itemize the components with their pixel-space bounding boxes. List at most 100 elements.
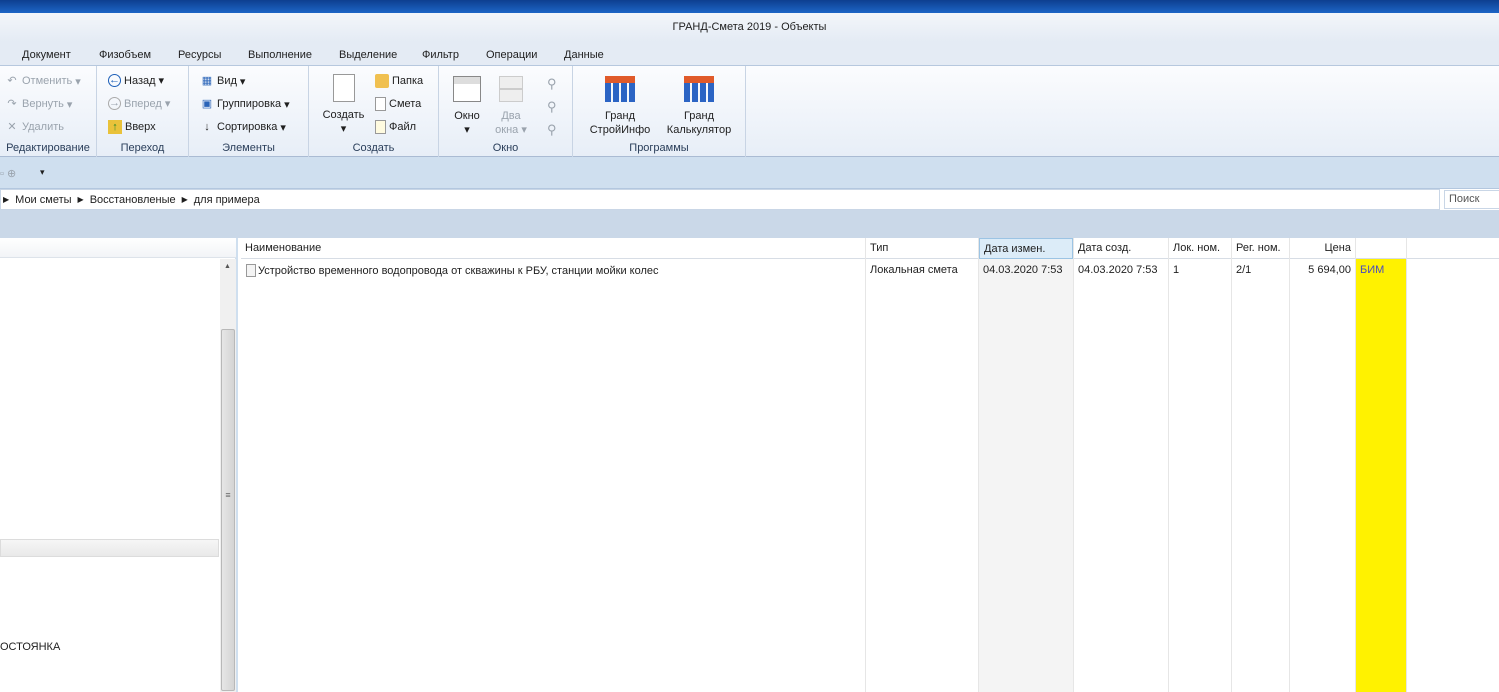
grip-icon: ≡: [225, 490, 231, 500]
ribbon: ↶ Отменить ▾ ↷ Вернуть ▾ ✕ Удалить Редактиров…: [0, 66, 1499, 157]
grand-calculator-icon: [684, 76, 714, 102]
grouping-icon: ▣: [201, 98, 213, 110]
create-button[interactable]: Создать ▾: [321, 74, 366, 136]
cell-price: 5 694,00: [1308, 264, 1351, 276]
group-label: Программы: [629, 142, 689, 154]
quick-access-toolbar: ▫ ⊕ ▾: [0, 157, 1499, 189]
window-title: ГРАНД-Смета 2019 - Объекты: [672, 21, 827, 33]
folder-button[interactable]: Папка: [375, 74, 423, 88]
forward-arrow-icon: →: [108, 97, 121, 110]
column-local-number: Лок. ном. 1: [1169, 238, 1232, 692]
cell-tag: БИМ: [1360, 264, 1385, 276]
up-button[interactable]: ↑ Вверх: [108, 120, 156, 134]
cell-type: Локальная смета: [870, 264, 958, 276]
tab-physvolume[interactable]: Физобъем: [99, 49, 151, 61]
tab-document[interactable]: Документ: [22, 49, 71, 61]
breadcrumb: ▶ Мои сметы ▶ Восстановленые ▶ для приме…: [0, 189, 1440, 210]
tree-item[interactable]: ОСТОЯНКА: [0, 641, 60, 653]
estimate-button[interactable]: Смета: [375, 97, 421, 111]
scrollbar-thumb[interactable]: ≡: [221, 329, 235, 691]
column-header[interactable]: Лок. ном.: [1169, 238, 1231, 259]
estimate-doc-icon: [375, 97, 386, 111]
breadcrumb-item[interactable]: Мои сметы: [15, 194, 71, 206]
tree-scrollbar[interactable]: ▲ ≡: [220, 259, 236, 692]
column-header[interactable]: [1356, 238, 1406, 259]
chevron-right-icon: ▶: [181, 195, 188, 204]
undo-icon: ↶: [7, 75, 17, 87]
two-windows-icon: [499, 76, 523, 102]
column-header[interactable]: Рег. ном.: [1232, 238, 1289, 259]
view-button[interactable]: ▦ Вид ▾: [200, 74, 246, 88]
tab-data[interactable]: Данные: [564, 49, 604, 61]
column-price: Цена 5 694,00: [1290, 238, 1356, 692]
group-label: Окно: [492, 142, 519, 154]
folder-icon: [375, 74, 389, 88]
cell-modified: 04.03.2020 7:53: [983, 264, 1063, 276]
view-grid-icon: ▦: [201, 75, 213, 87]
ribbon-tabs: Документ Физобъем Ресурсы Выполнение Выд…: [0, 42, 1499, 66]
delete-icon: ✕: [7, 121, 17, 133]
tree-header: [0, 238, 236, 258]
window-icon: [453, 76, 481, 102]
grand-stroyinfo-icon: [605, 76, 635, 102]
window-top-edge: [0, 0, 1499, 13]
objects-grid: Наименование Устройство временного водоп…: [241, 238, 1499, 692]
group-editing: ↶ Отменить ▾ ↷ Вернуть ▾ ✕ Удалить Редактиров…: [0, 66, 97, 157]
customize-toolbar-icon[interactable]: ▾: [40, 167, 45, 178]
grouping-button[interactable]: ▣ Группировка ▾: [200, 97, 290, 111]
tab-resources[interactable]: Ресурсы: [178, 49, 221, 61]
column-header[interactable]: Дата измен.: [979, 238, 1073, 259]
folder-up-icon: ↑: [108, 120, 122, 134]
back-button[interactable]: ← Назад ▾: [108, 74, 164, 87]
folder-tree-panel: ОСТОЯНКА ▲ ≡: [0, 238, 238, 692]
column-header[interactable]: Дата созд.: [1074, 238, 1168, 259]
grand-stroyinfo-button[interactable]: Гранд СтройИнфо: [585, 76, 655, 137]
undo-button[interactable]: ↶ Отменить ▾: [5, 74, 80, 88]
back-arrow-icon: ←: [108, 74, 121, 87]
sort-button[interactable]: ↓ Сортировка ▾: [200, 120, 286, 134]
group-elements: ▦ Вид ▾ ▣ Группировка ▾ ↓ Сортировка ▾ Элемент…: [189, 66, 309, 157]
chevron-right-icon: ▶: [77, 195, 84, 204]
column-header[interactable]: Цена: [1290, 238, 1355, 259]
window-button[interactable]: Окно ▾: [449, 76, 485, 137]
zoom-in-icon[interactable]: ⚲: [547, 95, 557, 118]
cell-created: 04.03.2020 7:53: [1078, 264, 1158, 276]
table-row[interactable]: Устройство временного водопровода от скв…: [241, 264, 865, 277]
column-tag: БИМ: [1356, 238, 1407, 692]
column-header[interactable]: Наименование: [241, 238, 865, 259]
tab-filter[interactable]: Фильтр: [422, 49, 459, 61]
toolbar-icon[interactable]: ▫ ⊕: [0, 167, 16, 180]
grand-calculator-button[interactable]: Гранд Калькулятор: [661, 76, 737, 137]
breadcrumb-item[interactable]: Восстановленые: [90, 194, 176, 206]
group-label: Редактирование: [6, 142, 90, 154]
group-create: Создать ▾ Папка Смета Файл Создать: [309, 66, 439, 157]
header-filler: [1407, 238, 1499, 259]
delete-button[interactable]: ✕ Удалить: [5, 120, 64, 134]
column-type: Тип Локальная смета: [866, 238, 979, 692]
forward-button[interactable]: → Вперед ▾: [108, 97, 170, 110]
tab-operations[interactable]: Операции: [486, 49, 537, 61]
group-navigation: ← Назад ▾ → Вперед ▾ ↑ Вверх Переход: [97, 66, 189, 157]
zoom-icon[interactable]: ⚲: [547, 72, 557, 95]
column-reg-number: Рег. ном. 2/1: [1232, 238, 1290, 692]
group-label: Переход: [120, 142, 165, 154]
two-windows-button[interactable]: Два окна ▾: [493, 76, 529, 137]
column-header[interactable]: Тип: [866, 238, 978, 259]
cell-reg-number: 2/1: [1236, 264, 1252, 276]
title-bar: ГРАНД-Смета 2019 - Объекты: [0, 13, 1499, 42]
redo-button[interactable]: ↷ Вернуть ▾: [5, 97, 72, 111]
tree-section-bar[interactable]: [0, 539, 219, 557]
group-label: Элементы: [222, 142, 275, 154]
breadcrumb-item[interactable]: для примера: [194, 194, 260, 206]
zoom-out-icon[interactable]: ⚲: [547, 118, 557, 141]
chevron-right-icon: ▶: [3, 195, 10, 204]
new-document-icon: [332, 74, 355, 102]
zoom-icons: ⚲ ⚲ ⚲: [547, 72, 557, 141]
file-button[interactable]: Файл: [375, 120, 416, 134]
column-created: Дата созд. 04.03.2020 7:53: [1074, 238, 1169, 692]
tab-execution[interactable]: Выполнение: [248, 49, 312, 61]
search-input[interactable]: Поиск: [1444, 190, 1499, 209]
redo-icon: ↷: [7, 98, 17, 110]
scroll-up-icon[interactable]: ▲: [224, 263, 231, 270]
tab-selection[interactable]: Выделение: [339, 49, 397, 61]
